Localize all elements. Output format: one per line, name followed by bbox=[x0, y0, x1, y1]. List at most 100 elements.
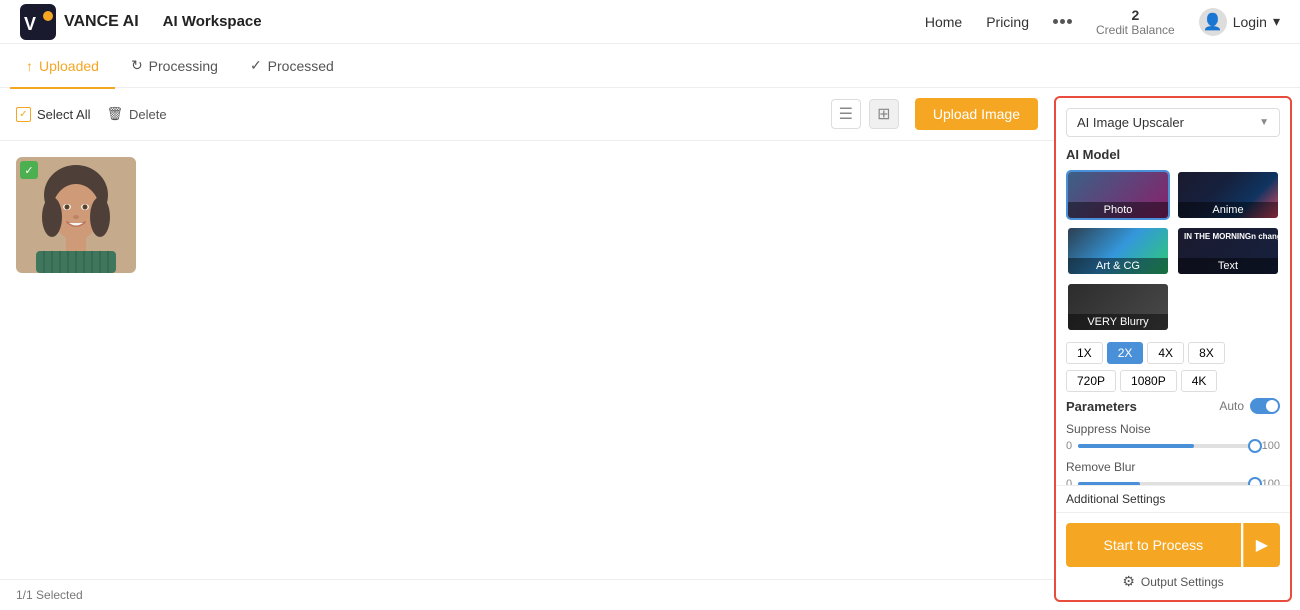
workspace-label: AI Workspace bbox=[163, 13, 262, 30]
start-process-button[interactable]: Start to Process bbox=[1066, 523, 1241, 567]
logo[interactable]: V VANCE AI bbox=[20, 4, 139, 40]
process-btn-row: Start to Process ▶ bbox=[1066, 523, 1280, 567]
scale-4x[interactable]: 4X bbox=[1147, 342, 1184, 364]
suppress-noise-min: 0 bbox=[1066, 440, 1072, 452]
remove-blur-fill bbox=[1078, 482, 1140, 485]
image-selected-indicator: ✓ bbox=[20, 161, 38, 179]
model-blurry-label: VERY Blurry bbox=[1068, 314, 1168, 330]
nav-home[interactable]: Home bbox=[925, 14, 962, 30]
remove-blur-max: 100 bbox=[1262, 478, 1280, 485]
right-panel: AI Image Upscaler ▼ AI Model Photo Anime bbox=[1054, 96, 1292, 602]
model-artcg[interactable]: Art & CG bbox=[1066, 226, 1170, 276]
login-chevron-icon: ▾ bbox=[1273, 13, 1280, 30]
dot2 bbox=[1060, 19, 1065, 24]
output-settings[interactable]: ⚙ Output Settings bbox=[1066, 573, 1280, 590]
ai-tool-label: AI Image Upscaler bbox=[1077, 115, 1184, 130]
suppress-noise-max: 100 bbox=[1262, 440, 1280, 452]
model-photo[interactable]: Photo bbox=[1066, 170, 1170, 220]
dot1 bbox=[1053, 19, 1058, 24]
model-grid: Photo Anime Art & CG bbox=[1066, 170, 1280, 332]
suppress-noise-slider-row: 0 100 bbox=[1066, 440, 1280, 452]
tab-processing-label: Processing bbox=[149, 58, 218, 74]
grid-view-button[interactable]: ⊞ bbox=[869, 99, 899, 129]
right-panel-inner: AI Image Upscaler ▼ AI Model Photo Anime bbox=[1056, 98, 1290, 485]
scale-options: 1X 2X 4X 8X bbox=[1066, 342, 1280, 364]
model-artcg-bg: Art & CG bbox=[1068, 228, 1168, 274]
credit-balance-label: Credit Balance bbox=[1096, 23, 1175, 37]
tab-uploaded-label: Uploaded bbox=[39, 58, 99, 74]
dropdown-arrow-icon: ▼ bbox=[1259, 117, 1269, 128]
model-blurry-bg: VERY Blurry bbox=[1068, 284, 1168, 330]
more-options-button[interactable] bbox=[1053, 19, 1072, 24]
params-header: Parameters Auto bbox=[1066, 398, 1280, 414]
logo-text: VANCE AI bbox=[64, 13, 139, 31]
list-view-button[interactable]: ☰ bbox=[831, 99, 861, 129]
main-content: ✓ Select All 🗑 Delete ☰ ⊞ Upload Image bbox=[0, 88, 1300, 610]
select-all-label: Select All bbox=[37, 107, 90, 122]
tabs-bar: ↑ Uploaded ↻ Processing ✓ Processed bbox=[0, 44, 1300, 88]
model-photo-bg: Photo bbox=[1068, 172, 1168, 218]
res-4k[interactable]: 4K bbox=[1181, 370, 1218, 392]
upload-image-button[interactable]: Upload Image bbox=[915, 98, 1038, 130]
resolution-options: 720P 1080P 4K bbox=[1066, 370, 1280, 392]
credit-amount: 2 bbox=[1131, 7, 1139, 23]
tab-processing[interactable]: ↻ Processing bbox=[115, 45, 234, 89]
auto-switch[interactable] bbox=[1250, 398, 1280, 414]
suppress-noise-track[interactable] bbox=[1078, 444, 1256, 448]
output-settings-label: Output Settings bbox=[1141, 575, 1224, 589]
svg-text:V: V bbox=[24, 14, 36, 34]
process-btn-arrow[interactable]: ▶ bbox=[1243, 523, 1280, 567]
tab-processed-label: Processed bbox=[268, 58, 334, 74]
header: V VANCE AI AI Workspace Home Pricing 2 C… bbox=[0, 0, 1300, 44]
tab-processed[interactable]: ✓ Processed bbox=[234, 45, 350, 89]
res-1080p[interactable]: 1080P bbox=[1120, 370, 1177, 392]
res-720p[interactable]: 720P bbox=[1066, 370, 1116, 392]
vance-logo-icon: V bbox=[20, 4, 56, 40]
model-text-label: Text bbox=[1178, 258, 1278, 274]
additional-settings-label: Additional Settings bbox=[1066, 492, 1165, 506]
left-panel: ✓ Select All 🗑 Delete ☰ ⊞ Upload Image bbox=[0, 88, 1054, 610]
delete-button[interactable]: 🗑 Delete bbox=[106, 106, 166, 122]
user-avatar-icon: 👤 bbox=[1199, 8, 1227, 36]
additional-settings[interactable]: Additional Settings bbox=[1056, 485, 1290, 512]
scale-8x[interactable]: 8X bbox=[1188, 342, 1225, 364]
remove-blur-thumb bbox=[1248, 477, 1262, 485]
scale-1x[interactable]: 1X bbox=[1066, 342, 1103, 364]
ai-model-title: AI Model bbox=[1066, 147, 1280, 162]
login-label: Login bbox=[1233, 14, 1267, 30]
trash-icon: 🗑 bbox=[106, 106, 123, 122]
suppress-noise-fill bbox=[1078, 444, 1193, 448]
credit-balance: 2 Credit Balance bbox=[1096, 7, 1175, 37]
toggle-knob bbox=[1266, 400, 1278, 412]
image-grid: ✓ bbox=[0, 141, 1054, 579]
model-anime-bg: Anime bbox=[1178, 172, 1278, 218]
status-bar: 1/1 Selected bbox=[0, 579, 1054, 610]
scale-2x[interactable]: 2X bbox=[1107, 342, 1144, 364]
gear-icon: ⚙ bbox=[1122, 573, 1135, 590]
model-artcg-label: Art & CG bbox=[1068, 258, 1168, 274]
dot3 bbox=[1067, 19, 1072, 24]
toolbar: ✓ Select All 🗑 Delete ☰ ⊞ Upload Image bbox=[0, 88, 1054, 141]
suppress-noise-label: Suppress Noise bbox=[1066, 422, 1280, 436]
image-item[interactable]: ✓ bbox=[16, 157, 136, 273]
login-button[interactable]: 👤 Login ▾ bbox=[1199, 8, 1280, 36]
model-blurry[interactable]: VERY Blurry bbox=[1066, 282, 1170, 332]
remove-blur-label: Remove Blur bbox=[1066, 460, 1280, 474]
remove-blur-min: 0 bbox=[1066, 478, 1072, 485]
auto-label: Auto bbox=[1219, 399, 1244, 413]
selection-status: 1/1 Selected bbox=[16, 588, 83, 602]
remove-blur-track[interactable] bbox=[1078, 482, 1256, 485]
params-title: Parameters bbox=[1066, 399, 1137, 414]
select-all-checkbox[interactable]: ✓ Select All bbox=[16, 107, 90, 122]
suppress-noise-thumb bbox=[1248, 439, 1262, 453]
model-anime[interactable]: Anime bbox=[1176, 170, 1280, 220]
header-nav: Home Pricing 2 Credit Balance 👤 Login ▾ bbox=[925, 7, 1280, 37]
model-text[interactable]: Text bbox=[1176, 226, 1280, 276]
auto-toggle[interactable]: Auto bbox=[1219, 398, 1280, 414]
view-toggle: ☰ ⊞ bbox=[831, 99, 899, 129]
nav-pricing[interactable]: Pricing bbox=[986, 14, 1029, 30]
ai-tool-dropdown[interactable]: AI Image Upscaler ▼ bbox=[1066, 108, 1280, 137]
tab-uploaded[interactable]: ↑ Uploaded bbox=[10, 45, 115, 89]
model-photo-label: Photo bbox=[1068, 202, 1168, 218]
process-area: Start to Process ▶ ⚙ Output Settings bbox=[1056, 512, 1290, 600]
